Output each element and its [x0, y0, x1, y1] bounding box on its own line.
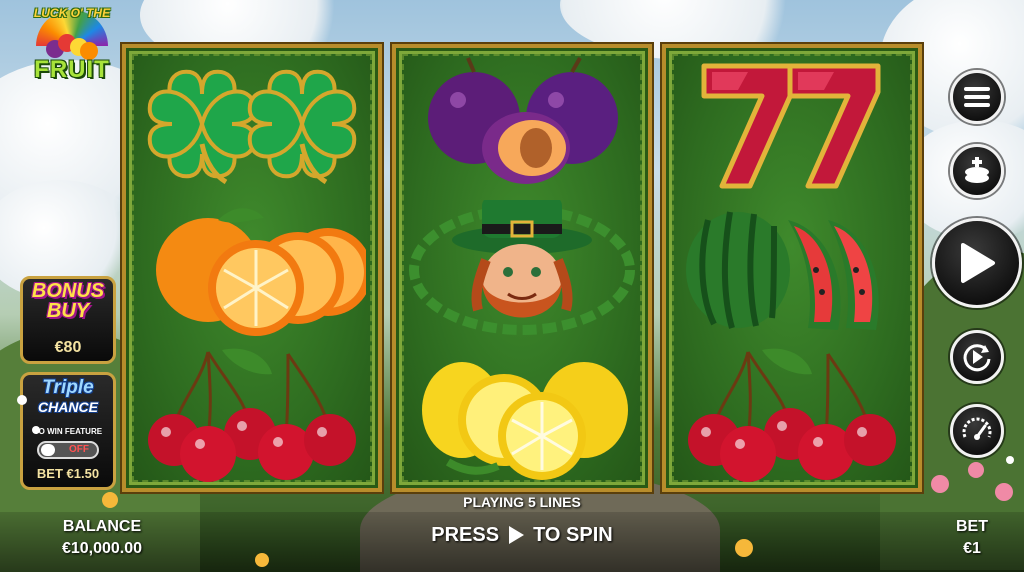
triple-chance-title: Triple CHANCE	[23, 377, 113, 415]
spin-button[interactable]	[932, 218, 1022, 308]
symbol-plums	[408, 56, 636, 194]
menu-button[interactable]	[950, 70, 1004, 124]
balance-value: €10,000.00	[61, 540, 143, 557]
balance-label: BALANCE	[62, 518, 142, 535]
game-logo: LUCK O' THE FRUIT	[24, 4, 120, 86]
triple-chance-title-line2: CHANCE	[38, 399, 98, 415]
reel-3	[662, 44, 922, 492]
bonus-buy-title: BONUS BUY	[31, 280, 105, 322]
triple-chance-panel: Triple CHANCE TO WIN FEATURE OFF BET €1.…	[20, 372, 116, 490]
reel-1	[122, 44, 382, 492]
spin-prompt-after: TO SPIN	[533, 523, 613, 546]
toggle-state-label: OFF	[69, 444, 89, 455]
triple-chance-bet: BET €1.50	[36, 466, 100, 481]
play-icon	[509, 526, 525, 544]
symbol-clover-double	[138, 56, 366, 194]
bet-label: BET	[956, 518, 988, 535]
symbol-watermelon	[678, 200, 906, 338]
autoplay-button[interactable]	[950, 330, 1004, 384]
toggle-knob	[41, 444, 55, 456]
menu-icon	[964, 87, 990, 107]
logo-line2: FRUIT	[34, 56, 110, 83]
symbol-leprechaun	[408, 200, 636, 338]
triple-chance-title-line1: Triple	[42, 377, 94, 398]
symbol-lemons	[408, 344, 636, 482]
turbo-button[interactable]	[950, 404, 1004, 458]
coin-stack-icon	[965, 157, 989, 183]
symbol-cherries	[138, 344, 366, 482]
bonus-buy-button[interactable]: BONUS BUY €80	[20, 276, 116, 364]
play-icon	[961, 243, 995, 283]
triple-chance-subtitle: TO WIN FEATURE	[33, 427, 103, 436]
bonus-buy-price: €80	[54, 339, 82, 356]
lines-indicator: PLAYING 5 LINES	[463, 494, 581, 510]
bet-value: €1	[963, 540, 981, 557]
reel-2	[392, 44, 652, 492]
symbol-cherries	[678, 344, 906, 482]
speed-gauge-icon	[962, 417, 992, 440]
triple-chance-toggle[interactable]: OFF	[37, 441, 99, 459]
spin-prompt: PRESS TO SPIN	[400, 522, 644, 548]
symbol-orange	[138, 200, 366, 338]
symbol-double-seven	[678, 56, 906, 194]
autoplay-icon	[963, 344, 991, 372]
spin-prompt-before: PRESS	[431, 523, 500, 546]
logo-line1: LUCK O' THE	[33, 6, 111, 20]
bet-settings-button[interactable]	[950, 144, 1004, 198]
